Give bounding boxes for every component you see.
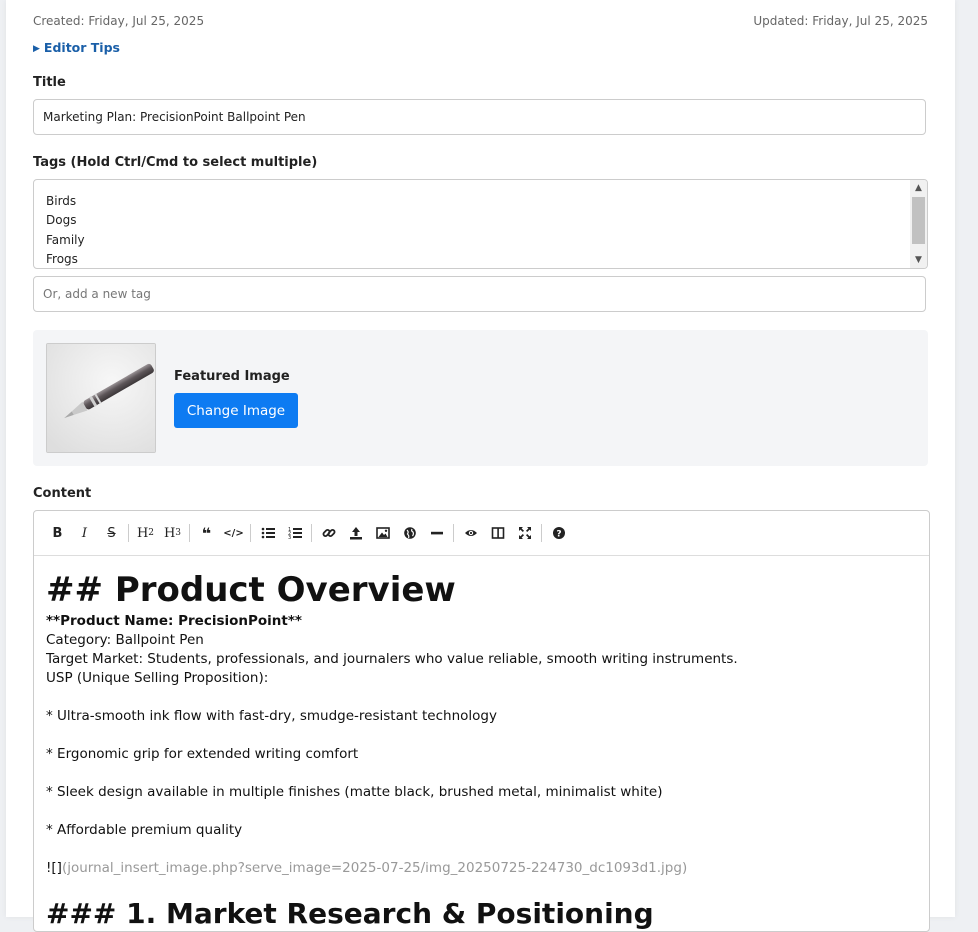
content-target-market: Target Market: Students, professionals, … [46, 651, 738, 667]
toolbar-separator [453, 524, 454, 542]
content-heading-market-research: ### 1. Market Research & Positioning [46, 897, 654, 930]
tag-option-birds[interactable]: Birds [46, 192, 927, 211]
image-markdown-prefix: ![] [46, 860, 62, 876]
new-tag-placeholder: Or, add a new tag [43, 287, 151, 301]
unordered-list-icon[interactable] [254, 518, 281, 548]
tags-scrollbar[interactable]: ▲ ▼ [910, 180, 927, 268]
tag-option-family[interactable]: Family [46, 231, 927, 250]
scrollbar-thumb[interactable] [912, 197, 925, 244]
content-usp: USP (Unique Selling Proposition): [46, 670, 269, 686]
content-label: Content [33, 486, 92, 501]
italic-icon[interactable]: I [71, 518, 98, 548]
title-input[interactable]: Marketing Plan: PrecisionPoint Ballpoint… [33, 99, 926, 135]
editor-content[interactable]: ## Product Overview **Product Name: Prec… [34, 556, 929, 931]
content-product-name: **Product Name: PrecisionPoint** [46, 613, 302, 629]
fullscreen-icon[interactable] [511, 518, 538, 548]
title-label: Title [33, 75, 66, 90]
created-date: Created: Friday, Jul 25, 2025 [33, 14, 205, 28]
svg-text:?: ? [556, 530, 561, 540]
help-icon[interactable]: ? [545, 518, 572, 548]
featured-image-thumbnail [46, 343, 156, 453]
content-image-markdown: ![](journal_insert_image.php?serve_image… [46, 859, 917, 878]
pen-image [47, 344, 155, 452]
content-bullet: * Affordable premium quality [46, 822, 243, 838]
featured-image-panel: Featured Image Change Image [33, 330, 928, 466]
change-image-button[interactable]: Change Image [174, 393, 298, 428]
tag-option-frogs[interactable]: Frogs [46, 250, 927, 268]
scroll-down-icon[interactable]: ▼ [910, 252, 927, 268]
editor-card: Created: Friday, Jul 25, 2025 Updated: F… [6, 0, 955, 932]
link-icon[interactable] [315, 518, 342, 548]
markdown-editor[interactable]: B I S H2 H3 ❝ </> 123 ? ## Product Overv… [33, 510, 930, 932]
image-icon[interactable] [369, 518, 396, 548]
heading-3-icon[interactable]: H3 [159, 518, 186, 548]
svg-text:3: 3 [288, 535, 291, 540]
content-bullet: * Ergonomic grip for extended writing co… [46, 746, 359, 762]
bold-icon[interactable]: B [44, 518, 71, 548]
triangle-right-icon: ▶ [33, 44, 40, 54]
title-input-value: Marketing Plan: PrecisionPoint Ballpoint… [43, 110, 306, 124]
toolbar-separator [311, 524, 312, 542]
updated-date: Updated: Friday, Jul 25, 2025 [753, 14, 928, 28]
content-category: Category: Ballpoint Pen [46, 632, 204, 648]
tags-label: Tags (Hold Ctrl/Cmd to select multiple) [33, 155, 318, 170]
horizontal-rule-icon[interactable] [423, 518, 450, 548]
globe-icon[interactable] [396, 518, 423, 548]
toolbar-separator [128, 524, 129, 542]
strikethrough-icon[interactable]: S [98, 518, 125, 548]
upload-icon[interactable] [342, 518, 369, 548]
content-bullet: * Ultra-smooth ink flow with fast-dry, s… [46, 708, 497, 724]
side-by-side-icon[interactable] [484, 518, 511, 548]
toolbar-separator [541, 524, 542, 542]
editor-tips-toggle[interactable]: ▶ Editor Tips [33, 40, 120, 55]
new-tag-input[interactable]: Or, add a new tag [33, 276, 926, 312]
preview-icon[interactable] [457, 518, 484, 548]
heading-2-icon[interactable]: H2 [132, 518, 159, 548]
ordered-list-icon[interactable]: 123 [281, 518, 308, 548]
content-bullet: * Sleek design available in multiple fin… [46, 784, 663, 800]
editor-tips-label: Editor Tips [43, 40, 120, 55]
toolbar-separator [189, 524, 190, 542]
image-markdown-link: (journal_insert_image.php?serve_image=20… [61, 860, 688, 876]
tag-option-dogs[interactable]: Dogs [46, 211, 927, 230]
content-heading-product-overview: ## Product Overview [46, 570, 456, 610]
code-icon[interactable]: </> [220, 518, 247, 548]
featured-image-label: Featured Image [174, 369, 290, 384]
quote-icon[interactable]: ❝ [193, 518, 220, 548]
editor-toolbar: B I S H2 H3 ❝ </> 123 ? [34, 511, 929, 556]
tags-select[interactable]: Birds Dogs Family Frogs ▲ ▼ [33, 179, 928, 269]
scroll-up-icon[interactable]: ▲ [910, 180, 927, 196]
toolbar-separator [250, 524, 251, 542]
